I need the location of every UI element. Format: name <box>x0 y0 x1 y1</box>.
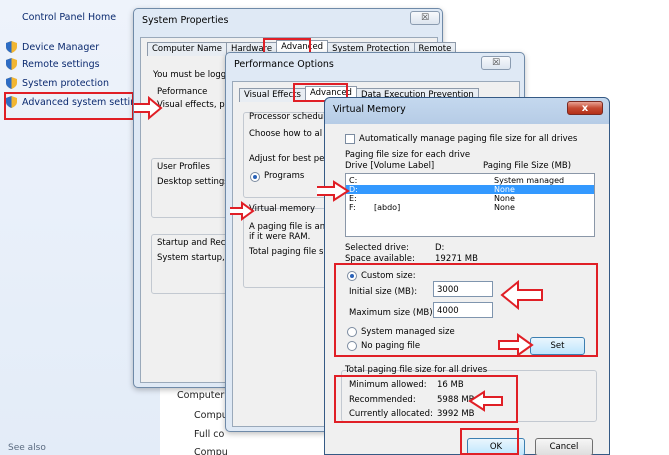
close-button[interactable]: x <box>567 101 603 115</box>
sidebar-link-label: Remote settings <box>22 58 100 70</box>
total-paging-label: Total paging file size for all drives <box>345 365 488 375</box>
auto-manage-checkbox[interactable] <box>345 134 355 144</box>
paging-each-label: Paging file size for each drive <box>345 150 471 160</box>
close-button[interactable]: ☒ <box>410 11 440 25</box>
size-column-header: Paging File Size (MB) <box>483 161 572 171</box>
virtual-memory-desc: A paging file is an <box>249 222 326 232</box>
sidebar-link-label: System protection <box>22 77 109 89</box>
processor-desc: Choose how to al <box>249 129 323 139</box>
annotation-box <box>334 263 598 357</box>
drive-letter: C: <box>349 176 358 185</box>
performance-desc: Visual effects, pr <box>157 100 229 110</box>
shield-icon <box>6 58 17 70</box>
selected-drive-label: Selected drive: <box>345 243 409 253</box>
annotation-arrow <box>230 201 255 221</box>
adjust-label: Adjust for best pe <box>249 154 325 164</box>
close-icon: ☒ <box>491 58 501 68</box>
list-item[interactable]: D: None <box>346 185 594 194</box>
list-item[interactable]: E: None <box>346 194 594 203</box>
sidebar-link-label: Device Manager <box>22 41 100 53</box>
cancel-button[interactable]: Cancel <box>535 438 593 455</box>
background-text: Computer <box>177 390 225 401</box>
auto-manage-label: Automatically manage paging file size fo… <box>359 134 578 144</box>
annotation-arrow <box>317 180 350 202</box>
close-icon: ☒ <box>420 13 430 23</box>
shield-icon <box>6 77 17 89</box>
drive-size: None <box>494 185 515 194</box>
close-button[interactable]: ☒ <box>481 56 511 70</box>
selected-drive-value: D: <box>435 243 445 253</box>
user-profiles-desc: Desktop settings <box>157 177 229 187</box>
annotation-box <box>4 92 134 120</box>
window-title: System Properties <box>142 15 229 26</box>
annotation-arrow <box>500 280 543 310</box>
drive-size: None <box>494 203 515 212</box>
shield-icon <box>6 41 17 53</box>
startup-title: Startup and Rec <box>157 238 226 248</box>
annotation-arrow <box>498 333 534 357</box>
drive-column-header: Drive [Volume Label] <box>345 161 435 171</box>
background-text: Full co <box>194 429 225 440</box>
annotation-arrow <box>134 96 163 121</box>
sidebar-link-system-protection[interactable]: System protection <box>6 76 109 90</box>
drive-list[interactable]: C: System managed D: None E: None F: [ab… <box>345 173 595 237</box>
list-item[interactable]: C: System managed <box>346 176 594 185</box>
list-item[interactable]: F: [abdo] None <box>346 203 594 212</box>
close-icon: x <box>581 102 589 114</box>
sidebar-link-remote-settings[interactable]: Remote settings <box>6 57 100 71</box>
annotation-arrow <box>468 390 503 412</box>
programs-label: Programs <box>264 171 305 181</box>
user-profiles-title: User Profiles <box>157 162 210 172</box>
virtual-memory-desc: if it were RAM. <box>249 232 311 242</box>
see-also-heading: See also <box>8 443 46 453</box>
drive-size: System managed <box>494 176 565 185</box>
annotation-box <box>460 428 519 455</box>
performance-group-title: Peformance <box>157 87 208 97</box>
processor-title: Processor schedul <box>249 112 326 122</box>
programs-radio[interactable] <box>250 172 260 182</box>
drive-letter: D: <box>349 185 358 194</box>
background-text: Compu <box>194 410 228 421</box>
drive-letter: F: <box>349 203 356 212</box>
control-panel-home-link[interactable]: Control Panel Home <box>22 12 116 23</box>
sidebar-link-device-manager[interactable]: Device Manager <box>6 40 99 54</box>
background-text: Compu <box>194 447 228 455</box>
total-paging-label: Total paging file si <box>249 247 326 257</box>
drive-letter: E: <box>349 194 357 203</box>
drive-label: [abdo] <box>374 203 401 212</box>
startup-desc: System startup, s <box>157 253 232 263</box>
virtual-memory-title: Virtual memory <box>249 204 315 214</box>
window-title: Virtual Memory <box>333 104 406 115</box>
admin-note: You must be logg <box>153 70 227 80</box>
window-title: Performance Options <box>234 59 334 70</box>
tab-computer-name[interactable]: Computer Name <box>147 42 228 56</box>
drive-size: None <box>494 194 515 203</box>
